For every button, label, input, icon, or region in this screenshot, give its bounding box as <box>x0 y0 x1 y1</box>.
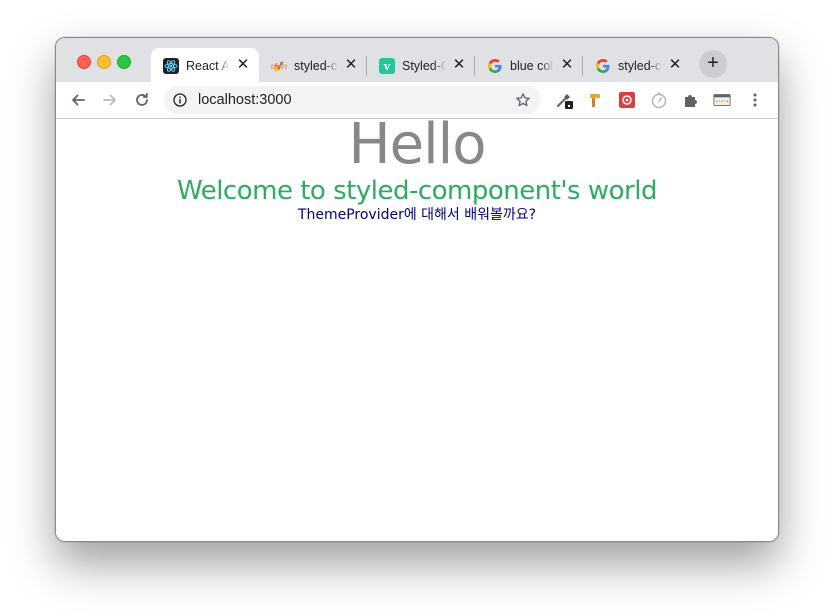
google-icon <box>487 58 503 74</box>
address-text[interactable]: localhost:3000 <box>198 91 292 109</box>
page-content: Hello Welcome to styled-component's worl… <box>56 112 778 541</box>
tab-blue-color[interactable]: blue color ✕ <box>475 48 583 82</box>
hammer-extension-icon[interactable] <box>587 91 605 109</box>
tab-styled-components-search[interactable]: styled-components ✕ <box>583 48 691 82</box>
velog-icon: v <box>379 58 395 74</box>
address-bar[interactable]: localhost:3000 <box>164 86 541 114</box>
reload-icon <box>136 92 148 106</box>
svg-text:v: v <box>383 60 391 73</box>
browser-window: React App ✕ <💅> styled-components ✕ v <box>55 37 779 542</box>
puzzle-extensions-icon[interactable] <box>682 91 700 109</box>
close-icon[interactable]: ✕ <box>451 57 467 73</box>
minimize-window-button[interactable] <box>97 55 111 69</box>
tab-styled-components-velog[interactable]: v Styled-Components ✕ <box>367 48 475 82</box>
tab-title: Styled-Components <box>402 59 446 73</box>
arrow-right-icon <box>103 94 116 106</box>
close-icon[interactable]: ✕ <box>559 57 575 73</box>
page-caption: ThemeProvider에 대해서 배워볼까요? <box>297 207 537 223</box>
back-button[interactable] <box>65 87 91 113</box>
tab-styled-components[interactable]: <💅> styled-components ✕ <box>259 48 367 82</box>
close-icon[interactable]: ✕ <box>343 57 359 73</box>
star-icon[interactable] <box>515 92 531 108</box>
tab-title: styled-components <box>618 59 662 73</box>
info-icon[interactable] <box>173 93 187 107</box>
page-heading: Hello <box>348 112 487 177</box>
tab-title: React App <box>186 59 230 73</box>
tab-strip: React App ✕ <💅> styled-components ✕ v <box>56 38 778 82</box>
react-icon <box>163 58 179 74</box>
ruler-extension-icon[interactable] <box>713 91 731 109</box>
page-subheading: Welcome to styled-component's world <box>177 176 657 206</box>
new-tab-button[interactable]: + <box>699 50 727 78</box>
tab-title: blue color <box>510 59 554 73</box>
timer-extension-icon[interactable] <box>650 91 668 109</box>
arrow-left-icon <box>72 94 85 106</box>
forward-button[interactable] <box>97 87 123 113</box>
tab-react-app[interactable]: React App ✕ <box>151 48 259 82</box>
reload-button[interactable] <box>129 87 155 113</box>
google-icon <box>595 58 611 74</box>
eyedropper-extension-icon[interactable] <box>555 91 573 109</box>
styled-components-icon: <💅> <box>271 58 287 74</box>
close-icon[interactable]: ✕ <box>235 57 251 73</box>
tab-title: styled-components <box>294 59 338 73</box>
more-menu-icon[interactable] <box>746 91 764 109</box>
close-window-button[interactable] <box>77 55 91 69</box>
zoom-window-button[interactable] <box>117 55 131 69</box>
close-icon[interactable]: ✕ <box>667 57 683 73</box>
redux-devtools-extension-icon[interactable] <box>618 91 636 109</box>
